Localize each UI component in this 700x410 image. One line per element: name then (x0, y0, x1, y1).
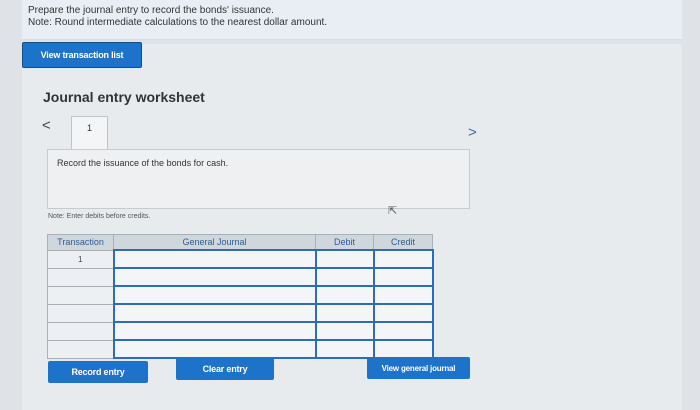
table-row: 1 (47, 249, 434, 269)
instructions-banner: Prepare the journal entry to record the … (22, 0, 682, 40)
credit-input[interactable] (372, 267, 434, 287)
table-row (47, 267, 434, 287)
credit-input[interactable] (372, 249, 434, 269)
tab-entry-1[interactable]: 1 (71, 116, 108, 151)
table-row (47, 339, 434, 359)
mouse-pointer-icon: ⇱ (388, 205, 398, 217)
general-journal-input[interactable] (112, 303, 317, 323)
credit-input[interactable] (372, 321, 434, 341)
transaction-cell (47, 267, 114, 287)
debit-input[interactable] (314, 321, 375, 341)
general-journal-input[interactable] (112, 249, 317, 269)
general-journal-input[interactable] (112, 267, 317, 287)
table-row (47, 285, 434, 305)
prompt-box: Record the issuance of the bonds for cas… (47, 149, 470, 209)
transaction-cell (47, 303, 114, 323)
debit-input[interactable] (314, 285, 375, 305)
prompt-text: Record the issuance of the bonds for cas… (57, 158, 229, 168)
transaction-cell (47, 285, 114, 305)
journal-table: Transaction General Journal Debit Credit… (47, 234, 434, 359)
view-transaction-list-button[interactable]: View transaction list (22, 42, 142, 68)
note-debits-before-credits: Note: Enter debits before credits. (48, 213, 151, 220)
table-header-row: Transaction General Journal Debit Credit (47, 234, 433, 251)
header-general-journal: General Journal (113, 234, 316, 251)
transaction-cell (47, 321, 114, 341)
instruction-line-2: Note: Round intermediate calculations to… (28, 17, 328, 28)
chevron-right-icon[interactable]: > (468, 124, 477, 141)
debit-input[interactable] (314, 249, 375, 269)
header-credit: Credit (373, 234, 433, 251)
table-row (47, 303, 434, 323)
credit-input[interactable] (372, 285, 434, 305)
general-journal-input[interactable] (112, 321, 317, 341)
general-journal-input[interactable] (112, 339, 317, 359)
transaction-cell (47, 339, 114, 359)
credit-input[interactable] (372, 303, 434, 323)
header-debit: Debit (315, 234, 374, 251)
clear-entry-button[interactable]: Clear entry (176, 358, 274, 380)
worksheet-title: Journal entry worksheet (43, 89, 205, 105)
transaction-cell: 1 (47, 249, 114, 269)
view-general-journal-button[interactable]: View general journal (367, 357, 470, 379)
debit-input[interactable] (314, 303, 375, 323)
header-transaction: Transaction (47, 234, 114, 251)
chevron-left-icon[interactable]: < (42, 117, 51, 134)
debit-input[interactable] (314, 339, 375, 359)
debit-input[interactable] (314, 267, 375, 287)
general-journal-input[interactable] (112, 285, 317, 305)
table-row (47, 321, 434, 341)
record-entry-button[interactable]: Record entry (48, 361, 148, 383)
instruction-line-1: Prepare the journal entry to record the … (28, 5, 274, 16)
credit-input[interactable] (372, 339, 434, 359)
